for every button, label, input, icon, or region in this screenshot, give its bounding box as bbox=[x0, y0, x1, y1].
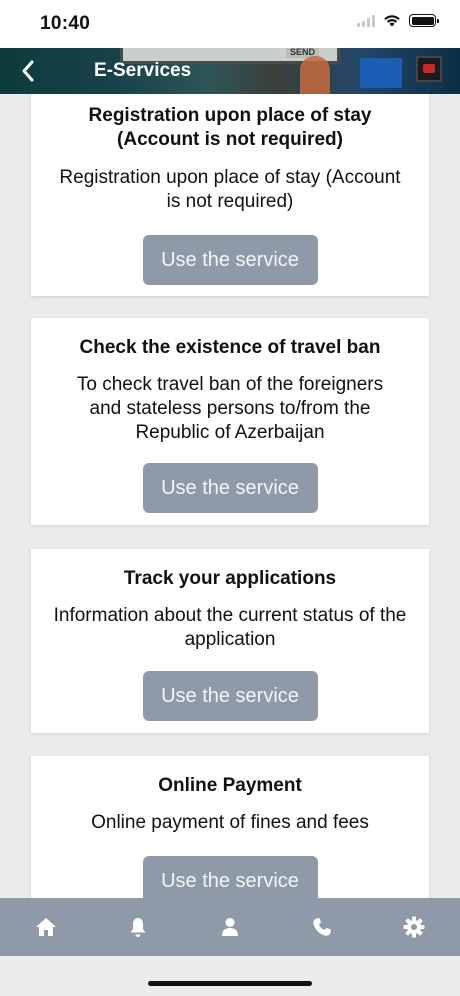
service-description: Online payment of fines and fees bbox=[91, 812, 369, 833]
status-time: 10:40 bbox=[40, 13, 91, 34]
folder-icon bbox=[360, 58, 402, 88]
service-card: Online Payment Online payment of fines a… bbox=[31, 756, 429, 898]
service-title: Track your applications bbox=[123, 568, 337, 589]
wifi-icon bbox=[384, 15, 400, 27]
use-service-button[interactable]: Use the service bbox=[142, 856, 318, 898]
tab-notifications[interactable] bbox=[108, 898, 168, 956]
services-list[interactable]: Registration upon place of stay (Account… bbox=[0, 94, 460, 898]
header: SEND E-Services bbox=[0, 48, 460, 94]
phone-icon bbox=[313, 918, 331, 936]
use-service-button[interactable]: Use the service bbox=[142, 463, 318, 513]
service-title: Check the existence of travel ban bbox=[79, 337, 381, 358]
status-icons bbox=[357, 14, 439, 27]
service-title: Registration upon place of stay (Account… bbox=[88, 105, 372, 150]
bell-icon bbox=[130, 917, 146, 937]
service-description: Information about the current status of … bbox=[53, 605, 407, 650]
bottom-safe-area bbox=[0, 956, 460, 996]
tab-bar bbox=[0, 898, 460, 956]
gear-icon bbox=[403, 916, 425, 938]
home-icon bbox=[36, 918, 56, 936]
service-description: Registration upon place of stay (Account… bbox=[59, 167, 401, 212]
signal-icon bbox=[357, 14, 375, 27]
status-bar: 10:40 bbox=[0, 0, 460, 48]
home-indicator bbox=[148, 981, 312, 986]
page-title: E-Services bbox=[94, 60, 192, 81]
service-description: To check travel ban of the foreigners an… bbox=[76, 374, 384, 443]
service-card: Track your applications Information abou… bbox=[31, 549, 429, 733]
battery-icon bbox=[409, 14, 439, 27]
header-deco-hand bbox=[300, 56, 330, 94]
back-button[interactable] bbox=[14, 56, 42, 86]
tab-contact[interactable] bbox=[292, 898, 352, 956]
service-card: Check the existence of travel ban To che… bbox=[31, 318, 429, 525]
service-title: Online Payment bbox=[158, 775, 302, 796]
use-service-button[interactable]: Use the service bbox=[142, 235, 318, 285]
tab-profile[interactable] bbox=[200, 898, 260, 956]
tab-settings[interactable] bbox=[384, 898, 444, 956]
tab-home[interactable] bbox=[16, 898, 76, 956]
use-service-button[interactable]: Use the service bbox=[142, 671, 318, 721]
video-icon bbox=[416, 56, 442, 82]
chevron-left-icon bbox=[22, 60, 34, 82]
person-icon bbox=[222, 918, 238, 936]
service-card: Registration upon place of stay (Account… bbox=[31, 94, 429, 296]
